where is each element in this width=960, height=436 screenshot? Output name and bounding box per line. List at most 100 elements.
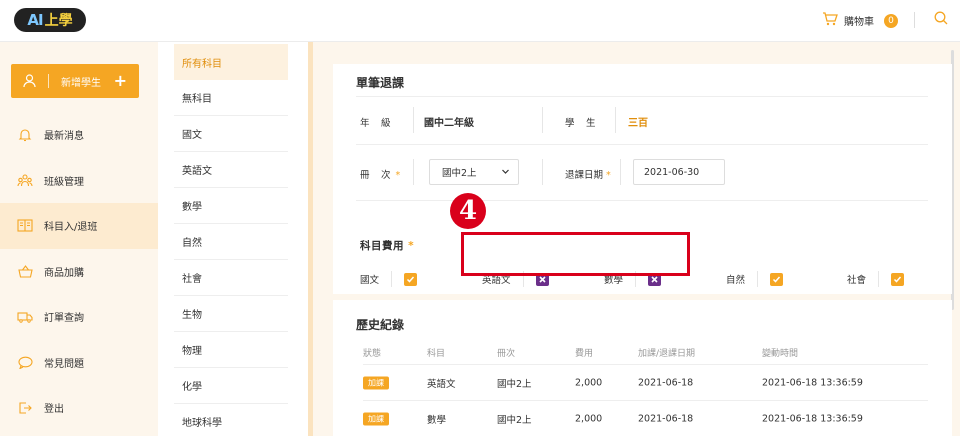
add-student-label: 新增學生 (61, 77, 101, 89)
sidebar-nav: 最新消息 班級管理 科目入/退班 商品加購 訂單查詢 常見問題 登出 (0, 112, 158, 431)
student-value: 三百 (628, 118, 648, 129)
subject-item[interactable]: 社會 (174, 260, 288, 296)
subject-item[interactable]: 英語文 (174, 152, 288, 188)
logo[interactable]: AI 上學 (14, 8, 86, 32)
subject-item[interactable]: 自然 (174, 224, 288, 260)
sidebar-item-label: 常見問題 (44, 358, 84, 370)
divider (356, 96, 928, 97)
search-icon[interactable] (934, 11, 948, 28)
column-header: 變動時間 (762, 349, 799, 359)
column-header: 狀態 (363, 349, 382, 359)
sidebar-item-shop[interactable]: 商品加購 (0, 249, 158, 295)
logout-icon (17, 400, 33, 416)
book-open-icon (17, 218, 33, 234)
volume-cell: 國中2上 (497, 414, 532, 426)
chat-bubble-icon (17, 354, 33, 370)
fee-checkbox-social[interactable] (891, 272, 905, 286)
status-badge-text: 加課 (363, 412, 389, 425)
divider (391, 271, 393, 287)
sidebar-item-logout[interactable]: 登出 (0, 385, 158, 431)
table-row: 加課 英語文 國中2上 2,000 2021-06-18 2021-06-18 … (363, 364, 928, 400)
time-cell: 2021-06-18 13:36:59 (762, 377, 863, 388)
sidebar-item-label: 登出 (44, 404, 64, 416)
required-mark: * (395, 170, 402, 181)
logo-cn-text: 上學 (44, 13, 73, 29)
form-title: 單筆退課 (356, 76, 405, 90)
subject-item[interactable]: 地球科學 (174, 404, 288, 436)
status-badge: 加課 (363, 412, 389, 425)
subject-item[interactable]: 物理 (174, 332, 288, 368)
subject-item[interactable]: 生物 (174, 296, 288, 332)
sidebar: 新增學生 + 最新消息 班級管理 科目入/退班 商品加購 訂單查詢 常見問題 登… (0, 42, 158, 436)
fee-cell: 2,000 (575, 413, 603, 424)
fee-item-chinese: 國文 (360, 271, 418, 287)
divider (620, 159, 621, 185)
cart-icon (822, 12, 838, 29)
cart-button[interactable]: 購物車 0 (822, 12, 898, 29)
status-badge-text: 加課 (363, 376, 389, 389)
column-header: 科目 (427, 349, 446, 359)
cart-count-badge: 0 (884, 13, 898, 28)
top-header: AI 上學 購物車 0 (0, 0, 960, 42)
divider (356, 144, 928, 145)
sidebar-item-class[interactable]: 班級管理 (0, 158, 158, 204)
fee-title-text: 科目費用 (360, 240, 404, 252)
sidebar-item-label: 訂單查詢 (44, 313, 84, 325)
table-row: 加課 數學 國中2上 2,000 2021-06-18 2021-06-18 1… (363, 400, 928, 436)
withdraw-date-input[interactable]: 2021-06-30 (633, 159, 725, 185)
add-student-button[interactable]: 新增學生 + (11, 64, 139, 98)
fee-checkbox-science[interactable] (770, 272, 784, 286)
status-badge: 加課 (363, 376, 389, 389)
date-label-text: 退課日期 (565, 170, 604, 181)
fee-item-social: 社會 (847, 271, 905, 287)
fee-label: 社會 (847, 275, 867, 286)
time-cell: 2021-06-18 13:36:59 (762, 413, 863, 424)
sidebar-item-label: 商品加購 (44, 267, 84, 279)
sidebar-item-subjects[interactable]: 科目入/退班 (0, 203, 158, 249)
fee-cell: 2,000 (575, 377, 603, 388)
volume-cell: 國中2上 (497, 378, 532, 390)
cart-label: 購物車 (844, 17, 874, 28)
volume-select-value: 國中2上 (442, 168, 477, 179)
sidebar-item-orders[interactable]: 訂單查詢 (0, 294, 158, 340)
fee-checkbox-chinese[interactable] (404, 272, 418, 286)
divider (878, 271, 880, 287)
sidebar-item-faq[interactable]: 常見問題 (0, 340, 158, 386)
volume-label-text: 冊 次 (360, 170, 392, 181)
grade-value: 國中二年級 (424, 118, 474, 129)
volume-label: 冊 次 * (360, 167, 401, 181)
required-mark: * (606, 170, 611, 181)
date-cell: 2021-06-18 (638, 377, 694, 388)
divider (413, 107, 414, 133)
history-title: 歷史紀錄 (356, 318, 405, 332)
sidebar-item-label: 最新消息 (44, 131, 84, 143)
sidebar-item-label: 科目入/退班 (44, 222, 98, 234)
fee-item-science: 自然 (726, 271, 784, 287)
column-header: 加課/退課日期 (638, 349, 696, 359)
divider (356, 200, 928, 201)
subject-item[interactable]: 國文 (174, 116, 288, 152)
subject-item[interactable]: 所有科目 (174, 44, 288, 80)
plus-icon: + (113, 71, 127, 90)
subject-item[interactable]: 無科目 (174, 80, 288, 116)
person-icon (23, 74, 36, 88)
column-header: 費用 (575, 349, 594, 359)
subject-item[interactable]: 數學 (174, 188, 288, 224)
subject-item[interactable]: 化學 (174, 368, 288, 404)
sidebar-item-news[interactable]: 最新消息 (0, 112, 158, 158)
fee-title: 科目費用 * (360, 238, 414, 253)
header-divider (914, 12, 915, 28)
fee-label: 自然 (726, 275, 746, 286)
subject-cell: 英語文 (427, 378, 456, 390)
bell-icon (17, 127, 33, 143)
step-number-badge: 4 (450, 193, 486, 229)
required-mark: * (408, 240, 415, 252)
divider (615, 107, 616, 133)
history-table-header: 狀態 科目 冊次 費用 加課/退課日期 變動時間 (363, 346, 928, 366)
column-header: 冊次 (497, 349, 516, 359)
logo-ai-text: AI (27, 11, 43, 29)
student-label: 學 生 (565, 118, 597, 129)
basket-icon (17, 263, 33, 279)
date-label: 退課日期 * (565, 167, 611, 181)
volume-select[interactable]: 國中2上 (429, 159, 519, 185)
